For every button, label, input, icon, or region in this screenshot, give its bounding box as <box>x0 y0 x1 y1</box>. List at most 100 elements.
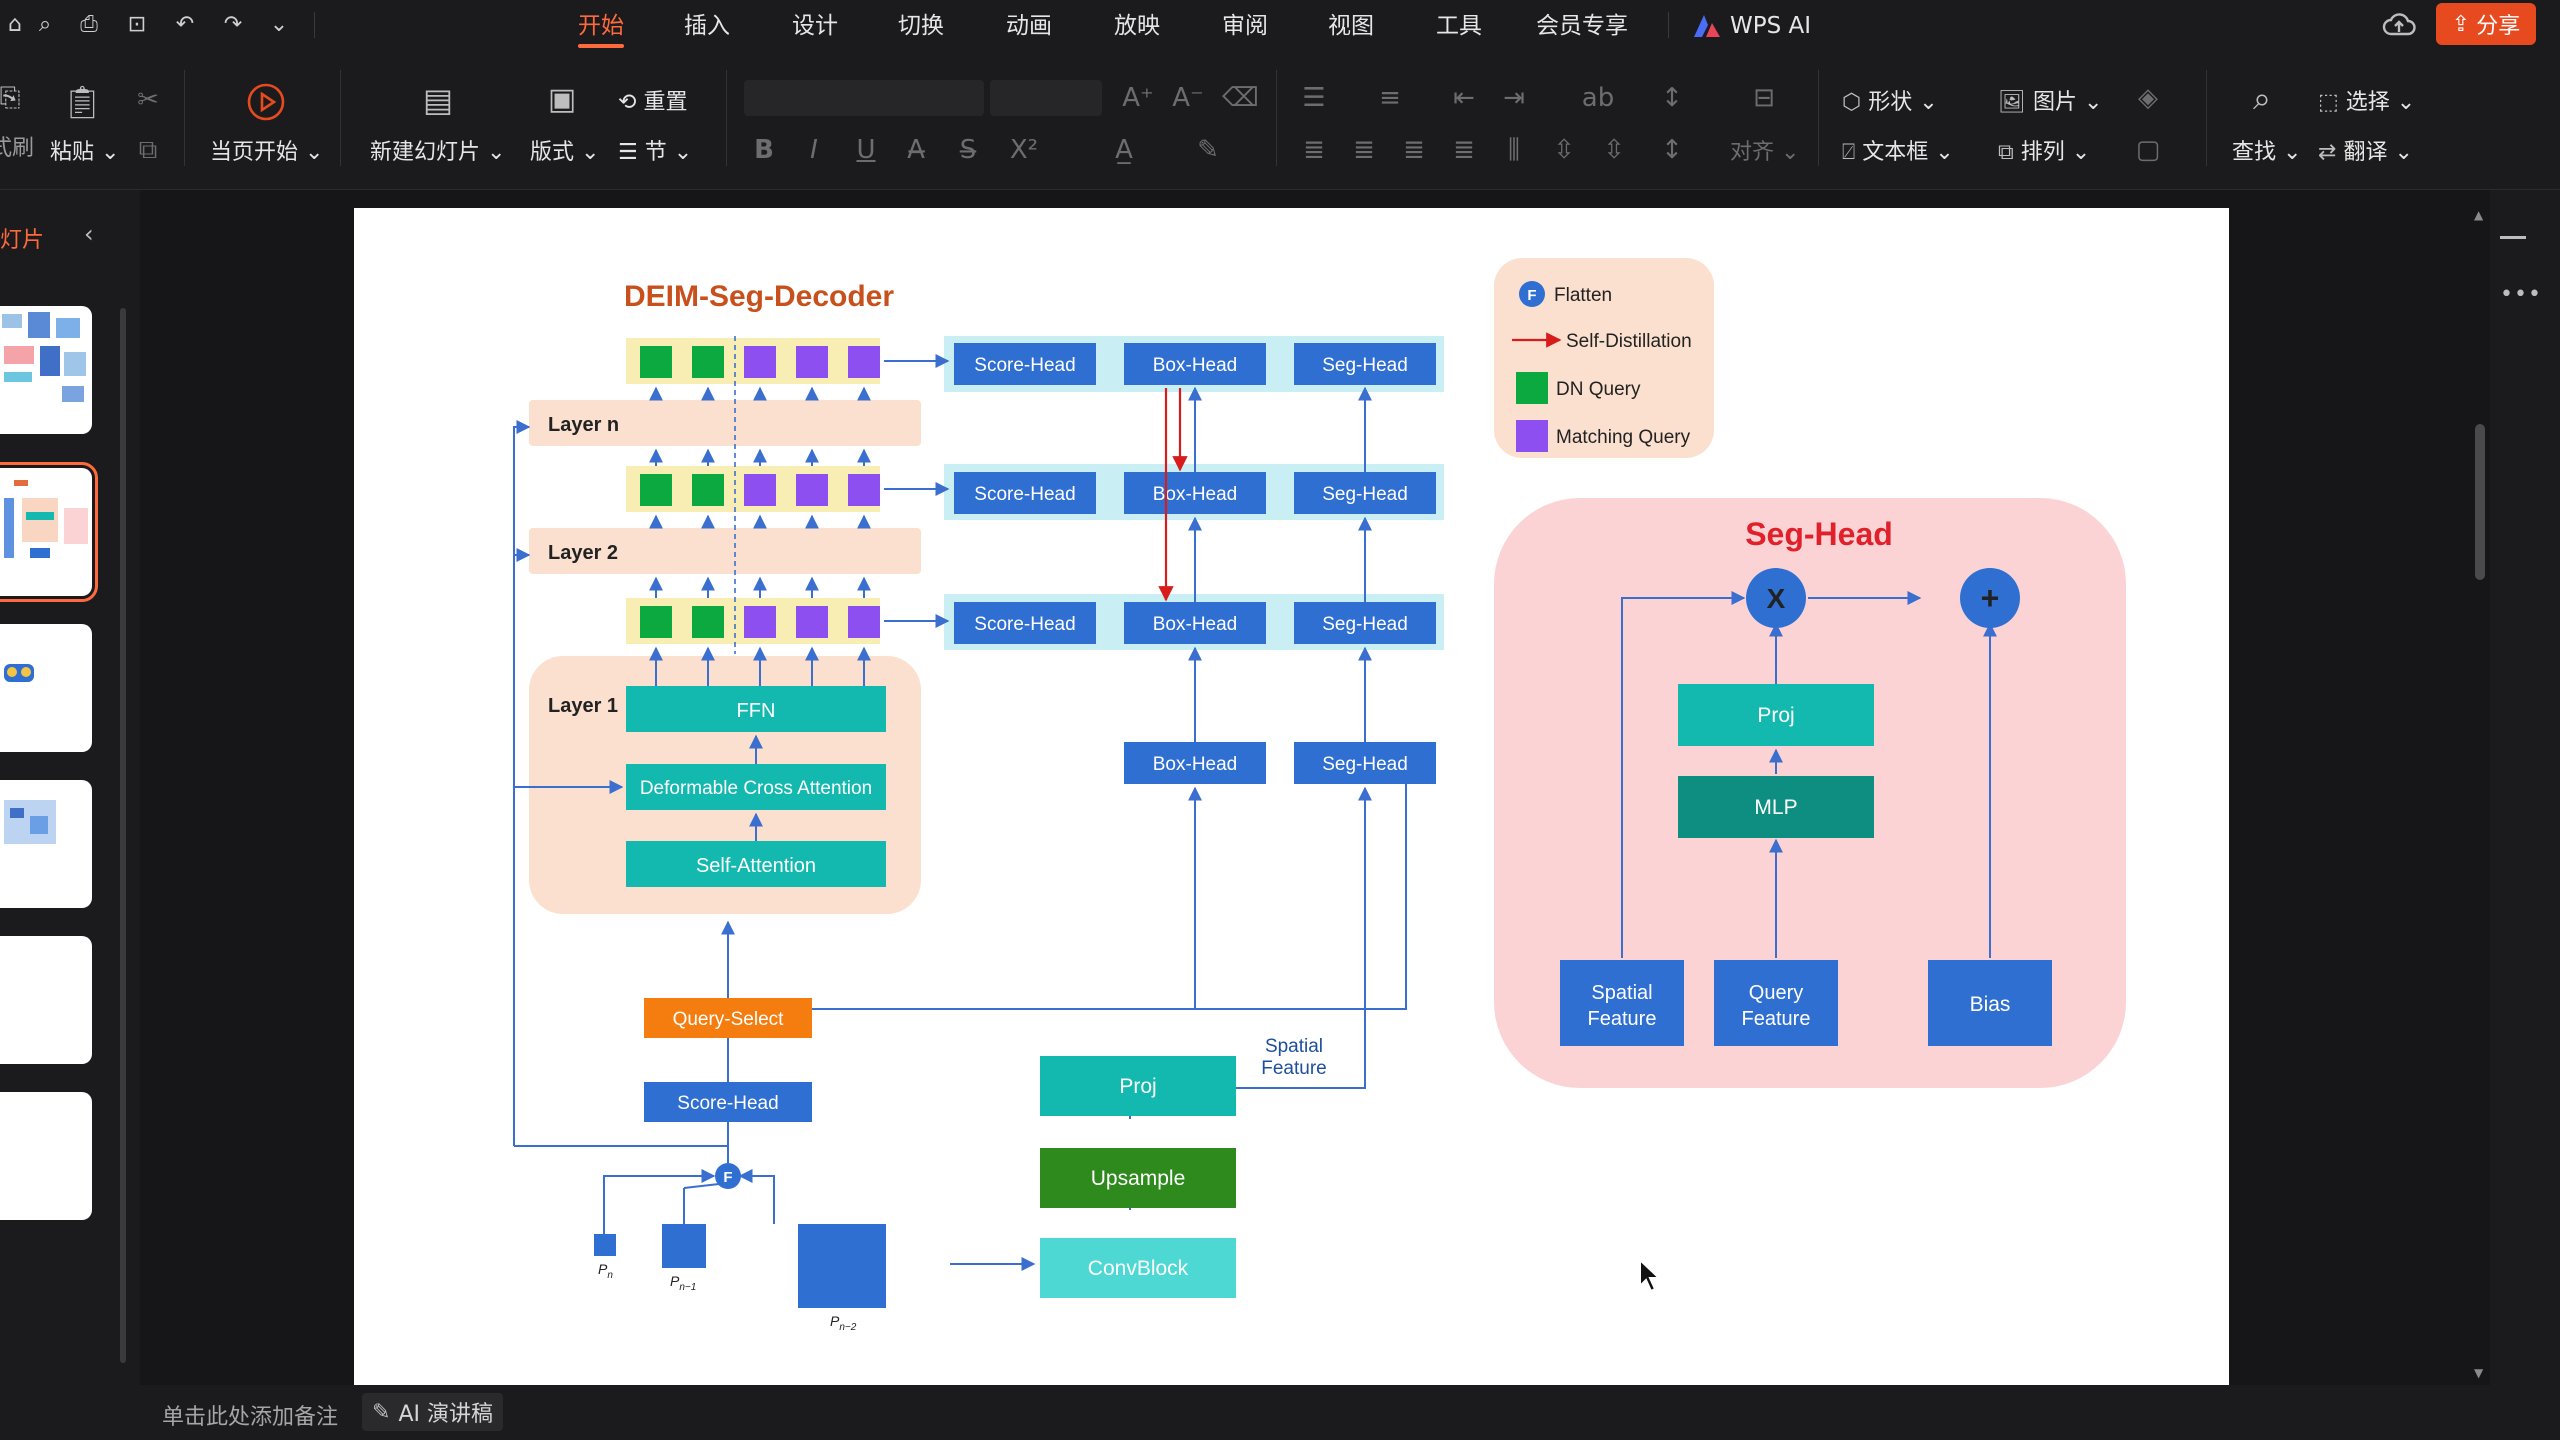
textbox-button[interactable]: ⍁ 文本框 ⌄ <box>1842 134 1954 166</box>
para-spacing-icon[interactable]: ⇳ <box>1546 132 1582 168</box>
columns-icon[interactable]: ⫼ <box>1496 132 1532 168</box>
find-button[interactable]: 查找 ⌄ <box>2232 134 2301 166</box>
legend-flatten: Flatten <box>1554 285 1612 306</box>
align-right-icon[interactable]: ≣ <box>1396 132 1432 168</box>
vertical-scrollbar-thumb[interactable] <box>2475 424 2485 580</box>
scroll-down-icon[interactable]: ▼ <box>2474 1366 2483 1380</box>
divider <box>184 70 185 166</box>
para-spacing-2-icon[interactable]: ⇳ <box>1596 132 1632 168</box>
reset-button[interactable]: ⟲ 重置 <box>618 84 687 116</box>
decrease-indent-icon[interactable]: ⇤ <box>1446 80 1482 116</box>
cloud-upload-icon[interactable] <box>2382 10 2416 40</box>
home-icon[interactable]: ⌂ <box>0 10 30 40</box>
format-brush-icon[interactable]: ⎘ <box>0 80 28 116</box>
divider <box>1818 70 1819 166</box>
translate-button[interactable]: ⇄ 翻译 ⌄ <box>2318 134 2413 166</box>
tab-member[interactable]: 会员专享 <box>1536 10 1628 42</box>
search-icon[interactable]: ⌕ <box>2244 80 2280 116</box>
undo-icon[interactable]: ↶ <box>170 10 200 40</box>
text-box-align-icon[interactable]: ⊟ <box>1746 80 1782 116</box>
play-current-icon[interactable] <box>246 82 286 122</box>
redo-icon[interactable]: ↷ <box>218 10 248 40</box>
fill-icon[interactable]: ◈ <box>2130 80 2166 116</box>
feature-map-pn1 <box>662 1224 706 1268</box>
superscript-icon[interactable]: X² <box>1006 132 1042 168</box>
underline-icon[interactable]: U <box>848 132 884 168</box>
layer-2-label: Layer 2 <box>548 542 618 564</box>
italic-icon[interactable]: I <box>796 132 832 168</box>
select-button[interactable]: ⬚ 选择 ⌄ <box>2318 84 2415 116</box>
chevron-down-icon[interactable]: ⌄ <box>264 10 294 40</box>
tab-home[interactable]: 开始 <box>578 10 624 42</box>
strikethrough-icon[interactable]: A̶ <box>898 132 934 168</box>
tab-review[interactable]: 审阅 <box>1222 10 1268 42</box>
align-left-icon[interactable]: ≣ <box>1296 132 1332 168</box>
slide[interactable]: DEIM-Seg-Decoder Layer n Layer 2 Layer 1… <box>354 208 2229 1386</box>
slide-thumbnail-1[interactable] <box>0 306 92 434</box>
more-options-icon[interactable]: ••• <box>2500 282 2542 307</box>
layout-icon[interactable]: ▣ <box>544 82 580 118</box>
new-slide-button[interactable]: 新建幻灯片 ⌄ <box>370 134 505 166</box>
tab-view[interactable]: 视图 <box>1328 10 1374 42</box>
cut-icon[interactable]: ✂ <box>130 82 166 118</box>
justify-icon[interactable]: ≣ <box>1446 132 1482 168</box>
copy-icon[interactable]: ⧉ <box>130 132 166 168</box>
slide-thumbnail-2[interactable] <box>0 462 98 602</box>
print-preview-icon[interactable]: ⊡ <box>122 10 152 40</box>
share-button[interactable]: ⇪ 分享 <box>2436 3 2536 45</box>
decrease-font-icon[interactable]: A⁻ <box>1170 80 1206 116</box>
tab-insert[interactable]: 插入 <box>684 10 730 42</box>
wps-presentation-app: ⌂ ⌕ ⎙ ⊡ ↶ ↷ ⌄ 开始 插入 设计 切换 动画 放映 审阅 视图 工具… <box>0 0 2560 1440</box>
font-family-select[interactable] <box>744 80 984 116</box>
ai-speech-button[interactable]: ✎ AI 演讲稿 <box>362 1393 503 1431</box>
tab-tools[interactable]: 工具 <box>1436 10 1482 42</box>
shape-button[interactable]: ⬡ 形状 ⌄ <box>1842 84 1938 116</box>
font-color-icon[interactable]: A̲ <box>1106 132 1142 168</box>
new-slide-icon[interactable]: ▤ <box>420 82 456 118</box>
picture-button[interactable]: 🖼︎ 图片 ⌄ <box>1998 84 2102 116</box>
section-button[interactable]: ☰ 节 ⌄ <box>618 134 692 166</box>
ffn-label: FFN <box>737 700 776 722</box>
numbered-list-icon[interactable]: ≡ <box>1372 80 1408 116</box>
thumbnail-scrollbar[interactable] <box>120 308 126 1363</box>
clear-format-icon[interactable]: ⌫ <box>1222 80 1259 116</box>
open-icon[interactable]: ⌕ <box>30 10 60 40</box>
layout-button[interactable]: 版式 ⌄ <box>530 134 599 166</box>
slide-thumbnail-5[interactable] <box>0 936 92 1064</box>
paste-button[interactable]: 粘贴 ⌄ <box>50 134 119 166</box>
tab-design[interactable]: 设计 <box>792 10 838 42</box>
play-current-button[interactable]: 当页开始 ⌄ <box>210 134 323 166</box>
tab-transition[interactable]: 切换 <box>898 10 944 42</box>
increase-font-icon[interactable]: A⁺ <box>1120 80 1156 116</box>
wps-ai-button[interactable]: WPS AI <box>1692 10 1811 42</box>
highlight-icon[interactable]: ✎ <box>1190 132 1226 168</box>
scroll-up-icon[interactable]: ▲ <box>2474 208 2483 222</box>
increase-indent-icon[interactable]: ⇥ <box>1496 80 1532 116</box>
tab-slideshow[interactable]: 放映 <box>1114 10 1160 42</box>
minimize-panel-icon[interactable] <box>2500 236 2526 239</box>
box-head-0: Box-Head <box>1153 754 1238 775</box>
bullet-list-icon[interactable]: ☰ <box>1296 80 1332 116</box>
text-direction-icon[interactable]: ab <box>1580 80 1616 116</box>
paste-icon[interactable]: 📋︎ <box>62 84 103 120</box>
align-center-icon[interactable]: ≣ <box>1346 132 1382 168</box>
reset-icon: ⟲ <box>618 90 637 115</box>
menu-bar: ⌂ ⌕ ⎙ ⊡ ↶ ↷ ⌄ 开始 插入 设计 切换 动画 放映 审阅 视图 工具… <box>0 0 2560 50</box>
font-size-select[interactable] <box>990 80 1102 116</box>
collapse-panel-icon[interactable]: ‹ <box>84 220 94 248</box>
notes-placeholder[interactable]: 单击此处添加备注 <box>162 1399 338 1431</box>
slide-thumbnail-4[interactable] <box>0 780 92 908</box>
wps-ai-label: WPS AI <box>1730 13 1812 39</box>
tab-animation[interactable]: 动画 <box>1006 10 1052 42</box>
spacing-menu-icon[interactable]: ↕ <box>1654 132 1690 168</box>
outline-icon[interactable]: ▢ <box>2130 132 2166 168</box>
align-button[interactable]: 对齐 ⌄ <box>1730 134 1799 166</box>
strikeout-icon[interactable]: S̶ <box>950 132 986 168</box>
bold-icon[interactable]: B <box>746 132 782 168</box>
slide-thumbnail-6[interactable] <box>0 1092 92 1220</box>
arrange-button[interactable]: ⧉ 排列 ⌄ <box>1998 134 2090 166</box>
slide-thumbnail-3[interactable] <box>0 624 92 752</box>
print-icon[interactable]: ⎙ <box>74 10 104 40</box>
line-spacing-icon[interactable]: ↕ <box>1654 80 1690 116</box>
query-feature-text-1: Query <box>1749 982 1803 1004</box>
